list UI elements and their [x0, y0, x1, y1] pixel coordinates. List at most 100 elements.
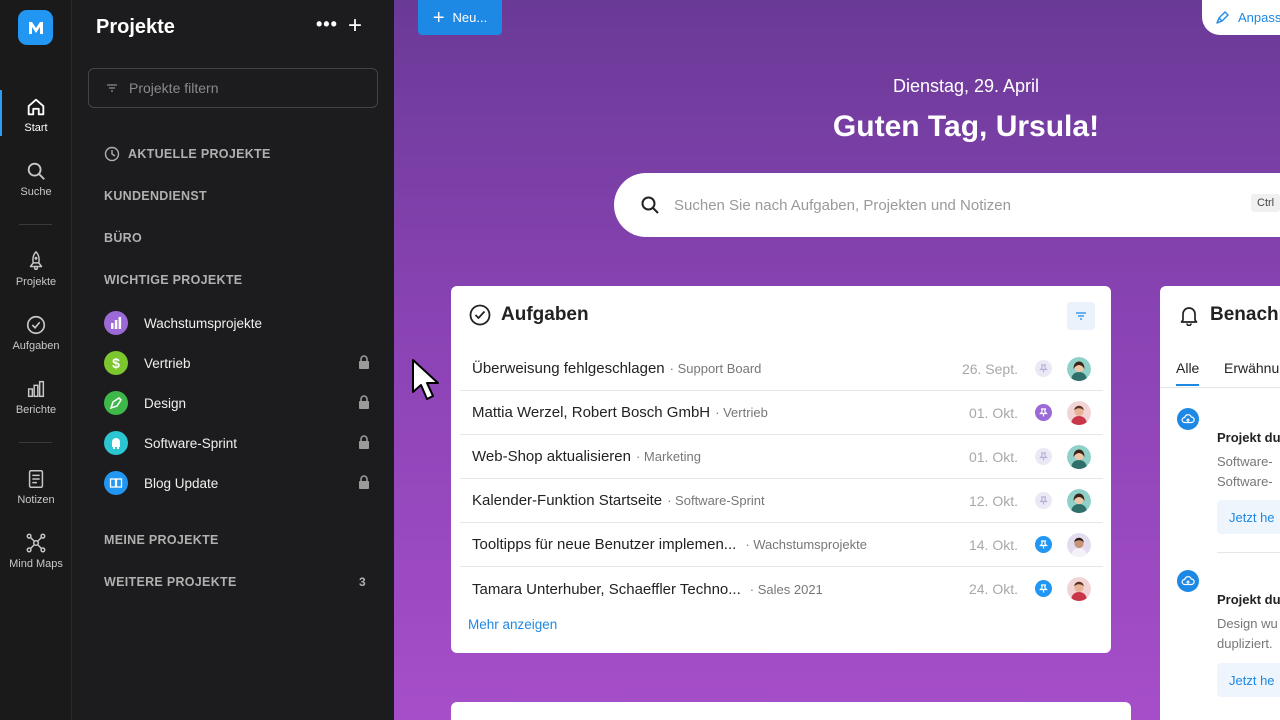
section-label: WEITERE PROJEKTE — [104, 575, 237, 589]
lock-icon — [359, 475, 369, 489]
rail-item-reports[interactable]: Berichte — [0, 378, 72, 416]
rail-item-mindmaps[interactable]: Mind Maps — [0, 532, 72, 570]
tab-mentions[interactable]: Erwähnu — [1224, 360, 1279, 376]
search-icon — [27, 162, 45, 180]
rail-item-search[interactable]: Suche — [0, 160, 72, 198]
mindmap-icon — [26, 533, 46, 553]
notification-title: Projekt du — [1217, 592, 1280, 607]
tab-all[interactable]: Alle — [1176, 360, 1200, 386]
task-project: · Sales 2021 — [749, 581, 823, 597]
task-project: · Support Board — [669, 361, 762, 376]
project-name: Vertrieb — [144, 355, 191, 371]
tasks-card-header: Aufgaben — [469, 304, 589, 326]
assignee-avatar[interactable] — [1067, 533, 1091, 557]
notification-title: Projekt du — [1217, 430, 1280, 445]
task-title: Tooltipps für neue Benutzer implemen... — [472, 536, 737, 553]
project-item-design[interactable]: Design — [104, 390, 370, 416]
task-date: 12. Okt. — [968, 492, 1018, 509]
assignee-avatar[interactable] — [1067, 489, 1091, 513]
task-project: · Software-Sprint — [667, 493, 765, 508]
task-date: 01. Okt. — [968, 448, 1018, 465]
pin-icon[interactable] — [1035, 492, 1052, 509]
customize-button[interactable]: Anpass — [1202, 0, 1280, 35]
rail-item-label: Start — [24, 122, 48, 134]
nav-rail: Start Suche Projekte Aufgaben Berichte N… — [0, 0, 72, 720]
pin-icon[interactable] — [1035, 580, 1052, 597]
add-project-button[interactable]: + — [348, 12, 362, 40]
notification-text: Design wu — [1217, 616, 1278, 631]
task-row[interactable]: Tamara Unterhuber, Schaeffler Techno... … — [460, 567, 1103, 611]
app-logo[interactable] — [18, 10, 53, 45]
task-date: 24. Okt. — [968, 581, 1018, 597]
rail-item-start[interactable]: Start — [0, 90, 72, 136]
lock-icon — [359, 435, 369, 449]
rail-item-tasks[interactable]: Aufgaben — [0, 314, 72, 352]
rocket-icon — [29, 251, 43, 270]
section-my-projects[interactable]: MEINE PROJEKTE — [104, 533, 219, 547]
panel-title: Projekte — [96, 16, 175, 38]
filter-placeholder: Projekte filtern — [129, 80, 219, 96]
download-now-button[interactable]: Jetzt he — [1217, 663, 1280, 697]
download-now-button[interactable]: Jetzt he — [1217, 500, 1280, 534]
project-item-vertrieb[interactable]: $ Vertrieb — [104, 350, 370, 376]
task-date: 01. Okt. — [968, 404, 1018, 421]
pin-icon[interactable] — [1035, 536, 1052, 553]
brush-icon — [1216, 10, 1229, 24]
task-date: 14. Okt. — [968, 536, 1018, 553]
pin-icon[interactable] — [1035, 404, 1052, 421]
task-row[interactable]: Überweisung fehlgeschlagen · Support Boa… — [460, 347, 1103, 391]
tasks-filter-button[interactable] — [1067, 302, 1095, 330]
task-title: Mattia Werzel, Robert Bosch GmbH — [472, 404, 711, 421]
section-important-projects[interactable]: WICHTIGE PROJEKTE — [104, 273, 242, 287]
dollar-icon: $ — [104, 351, 128, 375]
current-date: Dienstag, 29. April — [892, 76, 1040, 96]
project-item-wachstum[interactable]: Wachstumsprojekte — [104, 310, 370, 336]
project-name: Blog Update — [144, 475, 219, 491]
notifications-card-header: Benachr — [1178, 304, 1280, 326]
project-name: Software-Sprint — [144, 435, 238, 451]
rail-item-projects[interactable]: Projekte — [0, 250, 72, 288]
pin-icon[interactable] — [1035, 360, 1052, 377]
bottom-card — [451, 702, 1131, 720]
section-label: WICHTIGE PROJEKTE — [104, 273, 243, 287]
assignee-avatar[interactable] — [1067, 577, 1091, 601]
section-recent-projects[interactable]: AKTUELLE PROJEKTE — [104, 146, 271, 162]
global-search-input[interactable]: Suchen Sie nach Aufgaben, Projekten und … — [614, 173, 1280, 237]
bar-chart-icon — [27, 380, 45, 398]
more-options-button[interactable]: ••• — [316, 14, 338, 35]
rail-item-label: Projekte — [15, 276, 57, 288]
mouse-cursor-icon — [412, 359, 439, 400]
rail-item-notes[interactable]: Notizen — [0, 468, 72, 506]
notification-text: Software- — [1217, 474, 1273, 489]
section-office[interactable]: BÜRO — [104, 231, 142, 245]
pin-icon[interactable] — [1035, 448, 1052, 465]
project-item-software-sprint[interactable]: Software-Sprint — [104, 430, 370, 456]
search-placeholder: Suchen Sie nach Aufgaben, Projekten und … — [674, 196, 1011, 214]
cloud-icon — [1177, 408, 1199, 430]
task-project: · Marketing — [635, 449, 702, 464]
task-row[interactable]: Tooltipps für neue Benutzer implemen... … — [460, 523, 1103, 567]
notification-text: Software- — [1217, 454, 1273, 469]
projects-panel: Projekte ••• + Projekte filtern AKTUELLE… — [72, 0, 394, 720]
assignee-avatar[interactable] — [1067, 401, 1091, 425]
tasks-title: Aufgaben — [501, 304, 589, 325]
section-more-projects[interactable]: WEITERE PROJEKTE 3 — [104, 575, 366, 589]
assignee-avatar[interactable] — [1067, 357, 1091, 381]
task-date: 26. Sept. — [961, 360, 1018, 377]
assignee-avatar[interactable] — [1067, 445, 1091, 469]
bell-icon — [1180, 307, 1198, 326]
cloud-icon — [1177, 570, 1199, 592]
show-more-link[interactable]: Mehr anzeigen — [468, 617, 557, 632]
task-row[interactable]: Web-Shop aktualisieren · Marketing 01. O… — [460, 435, 1103, 479]
task-title: Tamara Unterhuber, Schaeffler Techno... — [472, 580, 741, 598]
search-icon — [641, 196, 659, 214]
task-row[interactable]: Mattia Werzel, Robert Bosch GmbH · Vertr… — [460, 391, 1103, 435]
task-row[interactable]: Kalender-Funktion Startseite · Software-… — [460, 479, 1103, 523]
section-customer-service[interactable]: KUNDENDIENST — [104, 189, 207, 203]
new-button[interactable]: + Neu... — [418, 0, 502, 35]
check-circle-icon — [26, 315, 46, 335]
task-title: Web-Shop aktualisieren — [472, 448, 631, 465]
project-filter-input[interactable]: Projekte filtern — [88, 68, 378, 108]
project-item-blog-update[interactable]: Blog Update — [104, 470, 370, 496]
check-circle-icon — [469, 304, 491, 326]
